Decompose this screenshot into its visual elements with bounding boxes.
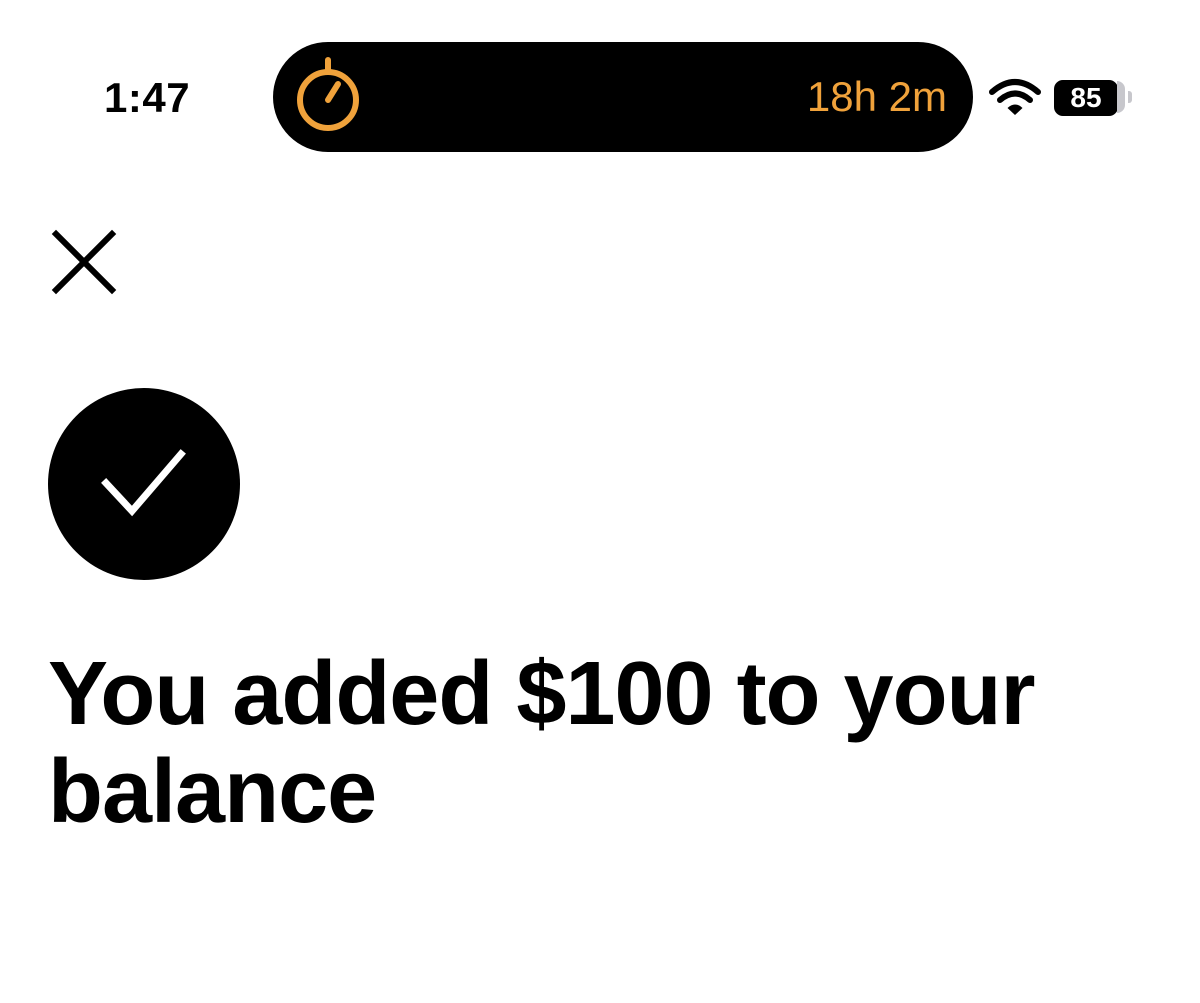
battery-indicator: 85 bbox=[1054, 80, 1134, 116]
confirmation-message: You added $100 to your balance bbox=[48, 644, 1036, 842]
success-badge bbox=[48, 388, 240, 580]
timer-text: 18h 2m bbox=[806, 73, 947, 120]
battery-terminal bbox=[1128, 91, 1132, 103]
stopwatch-icon bbox=[297, 57, 359, 131]
status-time: 1:47 bbox=[104, 74, 191, 121]
battery-empty-segment bbox=[1117, 81, 1125, 113]
checkmark-icon bbox=[101, 449, 186, 517]
wifi-icon bbox=[989, 79, 1041, 115]
close-icon bbox=[51, 229, 117, 295]
close-button[interactable] bbox=[48, 226, 122, 300]
battery-level: 85 bbox=[1054, 80, 1118, 116]
dynamic-island[interactable]: 18h 2m bbox=[273, 42, 973, 152]
